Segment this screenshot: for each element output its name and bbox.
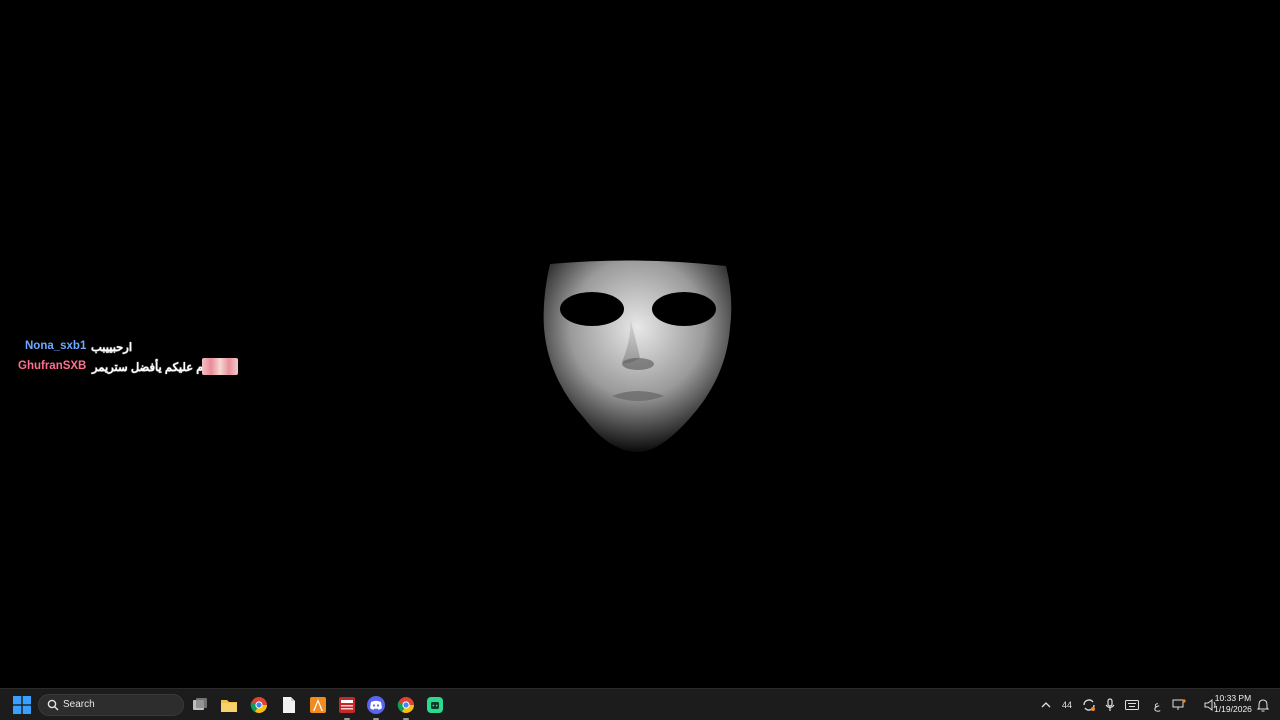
clock-time: 10:33 PM [1214,693,1252,703]
chat-username: GhufranSXB [18,360,87,372]
clock[interactable]: 10:33 PM 1/19/2026 [1208,693,1258,715]
emote-icon [202,358,238,375]
folder-icon [221,700,237,712]
task-view-icon [193,698,207,710]
touch-keyboard-button[interactable] [1122,695,1142,715]
news-app-button[interactable] [335,693,359,720]
microphone-icon [1105,698,1115,711]
input-language-button[interactable]: ع [1148,695,1166,715]
microphone-button[interactable] [1101,695,1119,715]
windows-icon [13,696,31,714]
news-icon [339,697,355,713]
discord-button[interactable] [364,693,388,720]
task-view-button[interactable] [188,693,212,717]
start-button[interactable] [10,693,34,717]
file-icon [283,697,295,713]
search-input[interactable]: Search [38,694,184,716]
network-icon [1172,699,1186,710]
chrome-button[interactable] [247,693,271,717]
sync-icon[interactable] [1080,695,1098,715]
clock-date: 1/19/2026 [1214,704,1252,714]
show-hidden-icons-button[interactable] [1038,695,1054,715]
android-app-icon [427,697,443,713]
discord-icon [367,696,385,714]
chat-text: ارحبييبب [91,342,133,354]
vlc-icon [310,697,326,713]
search-icon [47,699,59,711]
taskbar: Search 44 ع 10:33 PM 1/19/2026 [0,688,1280,720]
chat-message: Nona_sxb1 ارحبييبب [0,338,260,356]
file-explorer-button[interactable] [217,693,241,717]
chrome-icon [397,697,414,713]
tray-counter[interactable]: 44 [1058,695,1076,715]
vlc-button[interactable] [306,693,330,717]
chat-message: GhufranSXB السلام عليكم يأفضل ستريمر [0,358,260,376]
keyboard-icon [1125,700,1139,710]
chrome-icon [250,697,267,713]
search-label: Search [63,699,95,710]
sync-icon [1083,699,1095,711]
android-app-button[interactable] [423,693,447,717]
chat-username: Nona_sxb1 [25,340,87,352]
file-button[interactable] [277,693,301,717]
notifications-button[interactable] [1256,695,1270,715]
chrome-button[interactable] [394,693,418,720]
notification-bell-icon [1257,698,1269,711]
white-mask-wallpaper [543,260,732,452]
chevron-up-icon [1041,702,1051,708]
